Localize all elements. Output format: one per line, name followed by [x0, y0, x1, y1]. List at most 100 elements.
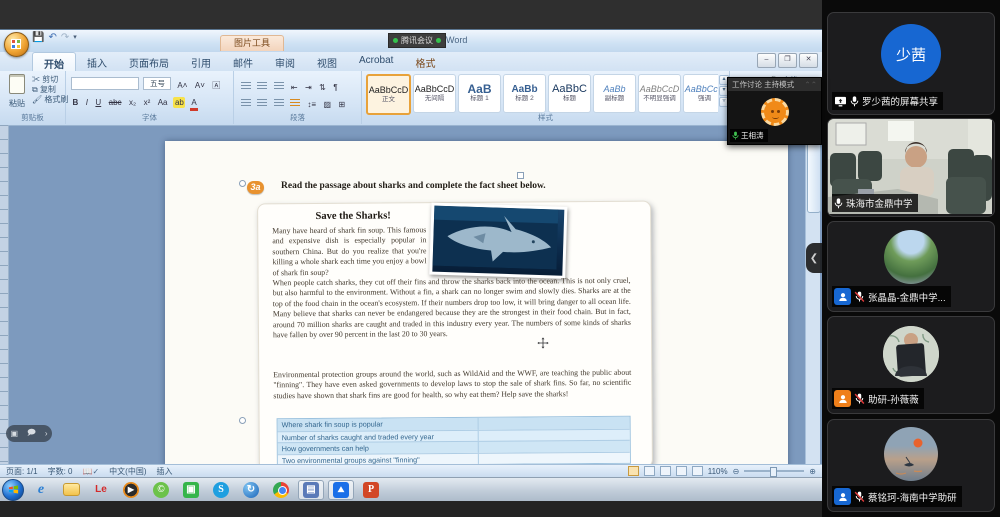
close-button[interactable]: ✕ — [799, 53, 818, 68]
selection-handle-leftmid[interactable] — [239, 417, 246, 424]
zoom-in-button[interactable]: ⊕ — [809, 467, 816, 476]
style-chip-title[interactable]: AaBbC标题 — [548, 74, 591, 113]
participant-tile-sharer[interactable]: 少茜 罗少茜的屏幕共享 — [827, 12, 995, 115]
clear-formatting-icon[interactable]: 🄰 — [211, 80, 222, 91]
taskbar-tencent-meeting-icon[interactable]: ⛰ — [328, 480, 354, 500]
annotation-toolbar-pill[interactable]: ▣ 🗩 › — [6, 425, 52, 442]
highlight-button[interactable]: ab — [173, 97, 185, 108]
superscript-button[interactable]: x² — [142, 97, 152, 108]
style-chip-no-spacing[interactable]: AaBbCcD无间隔 — [413, 74, 456, 113]
sort-icon[interactable]: ⇅ — [318, 82, 328, 93]
zoom-slider-knob[interactable] — [770, 467, 777, 477]
sidebar-collapse-arrow[interactable]: ❮ — [806, 243, 822, 273]
italic-button[interactable]: I — [84, 97, 89, 108]
save-icon[interactable]: 💾 — [32, 33, 44, 43]
status-insert-mode[interactable]: 插入 — [156, 466, 172, 477]
style-chip-emphasis[interactable]: AaBbCcD强调 — [683, 74, 718, 113]
grow-font-icon[interactable]: A˄ — [176, 80, 189, 91]
underline-button[interactable]: U — [94, 97, 103, 108]
view-outline-icon[interactable] — [676, 466, 687, 476]
participant-tile-sun[interactable]: 助研-孙薇薇 — [827, 316, 995, 414]
font-size-combobox[interactable]: 五号 — [143, 77, 171, 90]
numbering-icon[interactable] — [257, 82, 267, 90]
view-draft-icon[interactable] — [692, 466, 703, 476]
zoom-slider[interactable] — [744, 470, 804, 472]
change-case-button[interactable]: Aa — [156, 97, 169, 108]
tab-insert[interactable]: 插入 — [76, 52, 118, 71]
scrollbar-thumb[interactable] — [807, 141, 821, 213]
taskbar-green-square-app-icon[interactable]: ▣ — [178, 480, 204, 500]
tab-references[interactable]: 引用 — [180, 52, 222, 71]
taskbar-chrome-icon[interactable] — [268, 480, 294, 500]
justify-icon[interactable] — [290, 99, 300, 107]
cut-button[interactable]: ✂ 剪切 — [32, 75, 68, 85]
taskbar-explorer-icon[interactable] — [58, 480, 84, 500]
tab-page-layout[interactable]: 页面布局 — [118, 52, 180, 71]
subscript-button[interactable]: x₂ — [128, 97, 138, 108]
view-fullscreen-icon[interactable] — [644, 466, 655, 476]
document-canvas[interactable]: 3a Read the passage about sharks and com… — [8, 125, 806, 494]
start-button[interactable] — [2, 479, 24, 501]
style-chip-subtle-emphasis[interactable]: AaBbCcD不明显强调 — [638, 74, 681, 113]
qat-dropdown-icon[interactable]: ▾ — [73, 33, 77, 43]
font-name-combobox[interactable] — [71, 77, 139, 90]
undo-icon[interactable]: ↶ — [48, 33, 56, 43]
align-left-icon[interactable] — [241, 99, 251, 107]
maximize-button[interactable]: ❐ — [778, 53, 797, 68]
show-marks-icon[interactable]: ¶ — [332, 82, 339, 93]
multilevel-list-icon[interactable] — [274, 82, 284, 90]
taskbar-ie-icon[interactable]: e — [28, 480, 54, 500]
meeting-float-panel[interactable]: 工作讨论 主持模式 ⌃⌃ 王相涛 — [727, 77, 822, 145]
answer-blank[interactable] — [478, 441, 629, 453]
line-spacing-icon[interactable]: ↕≡ — [306, 99, 318, 110]
font-color-button[interactable]: A — [190, 97, 198, 111]
status-wordcount[interactable]: 字数: 0 — [48, 466, 73, 477]
tab-view[interactable]: 视图 — [306, 52, 348, 71]
pill-expand-chevron-icon[interactable]: › — [45, 429, 48, 438]
vertical-scrollbar[interactable]: ▲ ▼ — [805, 125, 820, 494]
bold-button[interactable]: B — [71, 97, 80, 108]
tab-mailings[interactable]: 邮件 — [222, 52, 264, 71]
taskbar-360-browser-icon[interactable]: ↻ — [238, 480, 264, 500]
participant-tile-cai[interactable]: 蔡铭珂-海南中学助研 — [827, 419, 995, 512]
zoom-level[interactable]: 110% — [708, 467, 728, 476]
spellcheck-icon[interactable]: 📖✓ — [82, 467, 99, 476]
view-web-icon[interactable] — [660, 466, 671, 476]
tab-home[interactable]: 开始 — [32, 52, 76, 71]
bullets-icon[interactable] — [241, 82, 251, 90]
style-chip-subtitle[interactable]: AaBb副标题 — [593, 74, 636, 113]
participant-tile-zhang[interactable]: 张晶晶-金鼎中学... — [827, 221, 995, 312]
view-print-layout-icon[interactable] — [628, 466, 639, 476]
taskbar-media-player-icon[interactable]: ▶ — [118, 480, 144, 500]
selection-handle-topcenter[interactable] — [517, 172, 524, 179]
answer-blank[interactable] — [478, 429, 629, 441]
selection-handle-topleft[interactable] — [239, 180, 246, 187]
taskbar-word-icon[interactable]: ▤ — [298, 480, 324, 500]
document-page[interactable]: 3a Read the passage about sharks and com… — [165, 141, 788, 494]
tab-review[interactable]: 审阅 — [264, 52, 306, 71]
taskbar-skype-icon[interactable]: S — [208, 480, 234, 500]
increase-indent-icon[interactable]: ⇥ — [304, 82, 314, 93]
style-chip-heading2[interactable]: AaBb标题 2 — [503, 74, 546, 113]
format-painter-button[interactable]: 🖌 格式刷 — [32, 95, 68, 105]
status-page[interactable]: 页面: 1/1 — [6, 466, 38, 477]
taskbar-green-app-icon[interactable]: © — [148, 480, 174, 500]
strikethrough-button[interactable]: abc — [107, 97, 123, 108]
office-button[interactable] — [4, 32, 29, 57]
align-center-icon[interactable] — [257, 99, 267, 107]
shading-icon[interactable]: ▨ — [322, 99, 333, 110]
shrink-font-icon[interactable]: A˅ — [193, 80, 206, 91]
taskbar-powerpoint-icon[interactable]: P — [358, 480, 384, 500]
answer-blank[interactable] — [478, 417, 629, 430]
decrease-indent-icon[interactable]: ⇤ — [289, 82, 299, 93]
borders-icon[interactable]: ⊞ — [337, 99, 347, 110]
zoom-out-button[interactable]: ⊖ — [733, 467, 740, 476]
answer-blank[interactable] — [478, 452, 629, 464]
tab-acrobat[interactable]: Acrobat — [348, 52, 404, 71]
status-language[interactable]: 中文(中国) — [109, 466, 146, 477]
align-right-icon[interactable] — [274, 99, 284, 107]
participant-tile-classroom[interactable]: 珠海市金鼎中学 — [827, 118, 995, 217]
meeting-float-header[interactable]: 工作讨论 主持模式 ⌃⌃ — [728, 78, 821, 91]
paste-button[interactable]: 粘贴 — [4, 74, 30, 110]
tab-picture-format[interactable]: 格式 — [404, 52, 446, 71]
